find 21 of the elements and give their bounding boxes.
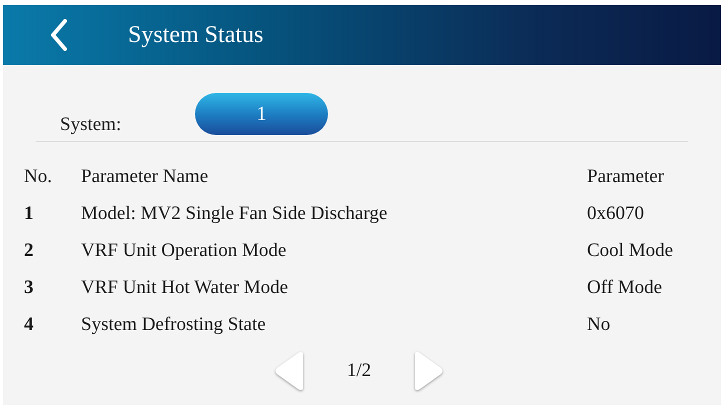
screen-title: System Status	[128, 22, 264, 48]
back-icon	[50, 19, 68, 51]
parameter-name: System Defrosting State	[81, 314, 267, 336]
row-number: 4	[24, 314, 34, 336]
parameter-value: 0x6070	[587, 202, 645, 224]
row-number: 1	[24, 202, 34, 224]
back-button[interactable]	[48, 18, 70, 52]
parameter-value: Cool Mode	[587, 240, 674, 262]
row-number: 2	[24, 240, 34, 262]
parameter-name: VRF Unit Operation Mode	[81, 240, 288, 262]
system-selector[interactable]: 1	[195, 93, 328, 135]
parameter-name: VRF Unit Hot Water Mode	[81, 276, 290, 298]
parameter-value: No	[587, 314, 612, 336]
column-header: Parameter	[587, 166, 666, 188]
system-label: System:	[60, 114, 122, 136]
column-header: Parameter Name	[81, 166, 210, 188]
column-header: No.	[24, 166, 53, 188]
parameter-name: Model: MV2 Single Fan Side Discharge	[81, 202, 388, 224]
page-indicator: 1/2	[346, 360, 372, 382]
row-number: 3	[24, 276, 34, 298]
parameter-value: Off Mode	[587, 276, 664, 298]
